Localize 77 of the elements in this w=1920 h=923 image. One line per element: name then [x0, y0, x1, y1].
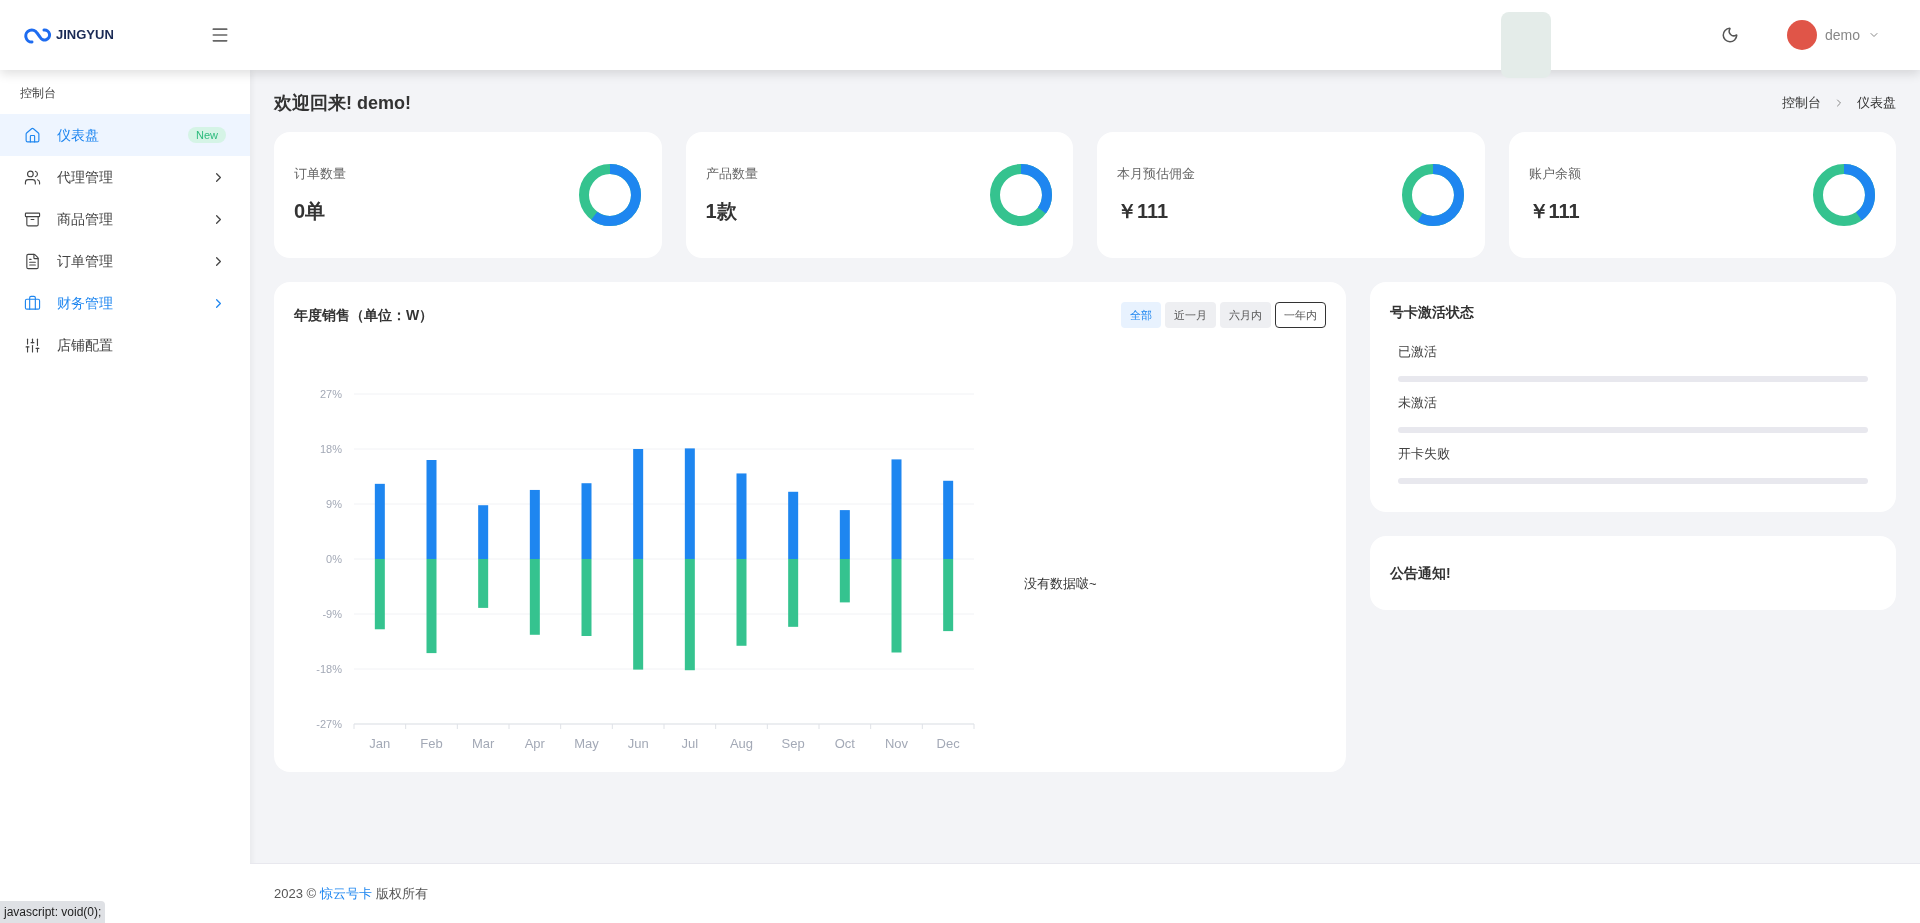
- axis-label: Nov: [884, 736, 909, 751]
- card-title: 号卡激活状态: [1390, 303, 1475, 322]
- axis-label: May: [574, 736, 599, 751]
- filter-tab[interactable]: 一年内: [1275, 302, 1326, 328]
- users-icon: [24, 168, 41, 186]
- card-title: 公告通知!: [1390, 563, 1451, 583]
- axis-label: Feb: [420, 736, 443, 751]
- stat-value: ￥111: [1528, 198, 1581, 224]
- axis-label: Jan: [369, 736, 391, 751]
- axis-label: 9%: [326, 498, 342, 510]
- mascot-placeholder: [1500, 12, 1551, 78]
- page-title: 欢迎回来! demo!: [274, 91, 411, 115]
- axis-label: 18%: [319, 443, 342, 455]
- stat-label: 产品数量: [705, 165, 758, 184]
- stat-value: ￥111: [1117, 198, 1170, 224]
- sidebar-item[interactable]: 代理管理: [0, 156, 250, 198]
- breadcrumb-item: 仪表盘: [1857, 94, 1896, 113]
- bar: [788, 491, 799, 559]
- briefcase-icon: [24, 294, 41, 312]
- sidebar-section-title: 控制台: [19, 85, 57, 102]
- sliders-icon: [24, 336, 41, 354]
- user-menu[interactable]: demo: [1786, 20, 1880, 50]
- stat-value: 1款: [705, 198, 738, 224]
- bar: [529, 489, 540, 559]
- bar: [839, 559, 850, 603]
- donut-chart-icon: [1812, 163, 1876, 227]
- axis-label: Oct: [834, 736, 855, 751]
- bar: [374, 559, 385, 630]
- archive-icon: [24, 210, 41, 228]
- home-icon: [24, 126, 41, 144]
- copyright-text: 2023 ©: [274, 884, 317, 903]
- axis-label: Sep: [781, 736, 805, 751]
- progress-label: 开卡失败: [1398, 446, 1450, 461]
- bar: [788, 559, 799, 627]
- axis-label: 27%: [319, 388, 342, 400]
- filter-tab[interactable]: 六月内: [1220, 302, 1271, 328]
- footer-link[interactable]: 惊云号卡: [320, 883, 373, 904]
- axis-label: -27%: [316, 718, 342, 730]
- card-title: 年度销售（单位：W）: [294, 305, 434, 325]
- axis-label: 0%: [326, 553, 342, 565]
- axis-label: -18%: [316, 663, 342, 675]
- stat-label: 订单数量: [294, 165, 346, 184]
- dark-mode-toggle[interactable]: [1720, 26, 1739, 44]
- sidebar-item[interactable]: 仪表盘 New: [0, 114, 250, 156]
- sidebar-item[interactable]: 商品管理: [0, 198, 250, 240]
- empty-message: 没有数据啵~: [1024, 575, 1097, 593]
- sidebar-item[interactable]: 订单管理: [0, 240, 250, 282]
- bar: [478, 559, 489, 608]
- sidebar-item[interactable]: 店铺配置: [0, 324, 250, 366]
- logo-text: JINGYUN: [56, 26, 114, 45]
- donut-chart-icon: [989, 163, 1053, 227]
- filter-tab[interactable]: 近一月: [1165, 302, 1216, 328]
- sidebar-item[interactable]: 财务管理: [0, 282, 250, 324]
- stat-value: 0单: [294, 198, 327, 224]
- bar: [478, 505, 489, 559]
- menu-icon[interactable]: [210, 25, 230, 45]
- axis-label: Jul: [681, 736, 699, 751]
- donut-chart-icon: [577, 163, 642, 227]
- copyright-text: 版权所有: [376, 884, 429, 903]
- axis-label: Apr: [524, 736, 545, 751]
- document-icon: [24, 252, 41, 270]
- axis-label: Jun: [627, 736, 649, 751]
- axis-label: Mar: [471, 736, 495, 751]
- donut-chart-icon: [1400, 163, 1465, 227]
- stat-label: 账户余额: [1528, 165, 1581, 184]
- progress-label: 未激活: [1398, 395, 1437, 410]
- breadcrumb-item[interactable]: 控制台: [1782, 93, 1821, 113]
- browser-status-bar: javascript: void(0);: [0, 901, 106, 923]
- progress-label: 已激活: [1398, 344, 1437, 359]
- bar: [839, 510, 850, 559]
- logo-icon: [24, 26, 52, 44]
- axis-label: Dec: [936, 736, 960, 751]
- axis-label: Aug: [729, 736, 754, 751]
- stat-label: 本月预估佣金: [1117, 165, 1195, 184]
- new-badge: New: [188, 127, 226, 143]
- avatar: [1786, 20, 1817, 50]
- axis-label: -9%: [322, 608, 342, 620]
